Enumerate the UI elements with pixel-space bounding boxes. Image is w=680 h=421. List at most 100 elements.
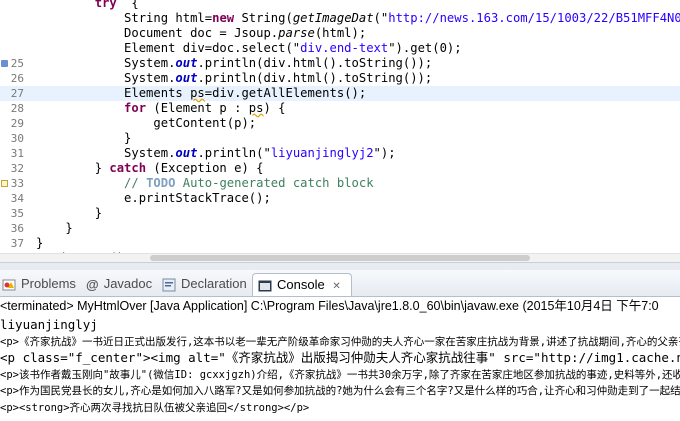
line-number: 29 bbox=[10, 117, 24, 130]
code-line[interactable]: 25 System.out.println(div.html().toStrin… bbox=[0, 56, 680, 71]
code-token: liyuanjinglyj2 bbox=[270, 146, 374, 160]
code-text: for (Element p : ps) { bbox=[36, 101, 286, 116]
tab-javadoc[interactable]: @ Javadoc bbox=[86, 273, 152, 295]
code-text: e.printStackTrace(); bbox=[36, 191, 271, 206]
code-token: (" bbox=[373, 11, 389, 25]
code-line[interactable]: 28 for (Element p : ps) { bbox=[0, 101, 680, 116]
line-number: 34 bbox=[10, 192, 24, 205]
code-token: out bbox=[175, 56, 198, 70]
code-line[interactable]: try { bbox=[0, 0, 680, 11]
editor-horizontal-scrollbar[interactable] bbox=[0, 253, 680, 262]
code-token: new bbox=[212, 11, 235, 25]
code-line[interactable]: 34 e.printStackTrace(); bbox=[0, 191, 680, 206]
code-text: // TODO Auto-generated catch block bbox=[36, 176, 374, 191]
console-status-line: <terminated> MyHtmlOver [Java Applicatio… bbox=[0, 299, 659, 313]
scrollbar-thumb[interactable] bbox=[150, 255, 530, 261]
console-icon bbox=[258, 280, 272, 292]
code-text: getContent(p); bbox=[36, 116, 256, 131]
close-icon[interactable]: ✕ bbox=[332, 281, 340, 292]
console-output-line: <p>该书作者戴玉刚向"故事儿"(微信ID: gcxxjgzh)介绍,《齐家抗战… bbox=[0, 368, 680, 381]
code-token: getImageDat bbox=[292, 11, 374, 25]
tab-problems[interactable]: Problems bbox=[2, 273, 76, 295]
code-token: out bbox=[175, 71, 198, 85]
code-line[interactable]: 32 } catch (Exception e) { bbox=[0, 161, 680, 176]
code-token: Elements bbox=[36, 86, 191, 100]
line-number: 30 bbox=[10, 132, 24, 145]
code-line[interactable]: 26 System.out.println(div.html().toStrin… bbox=[0, 71, 680, 86]
code-token: .println(div.html().toString()); bbox=[197, 56, 433, 70]
code-token: } bbox=[36, 161, 110, 175]
console-view: Problems @ Javadoc Declaration Console ✕ … bbox=[0, 270, 680, 421]
code-line[interactable]: 35 } bbox=[0, 206, 680, 221]
code-text: System.out.println(div.html().toString()… bbox=[36, 71, 432, 86]
code-token: ) { bbox=[263, 101, 286, 115]
code-token: ps bbox=[190, 86, 205, 100]
code-editor[interactable]: try { String html=new String(getImageDat… bbox=[0, 0, 680, 262]
tab-console[interactable]: Console ✕ bbox=[252, 273, 352, 296]
code-line[interactable]: 37} bbox=[0, 236, 680, 251]
tab-label: Javadoc bbox=[103, 276, 153, 291]
console-output-line: <p class="f_center"><img alt="《齐家抗战》出版揭习… bbox=[0, 350, 680, 365]
code-token: catch bbox=[109, 161, 147, 175]
code-text: } bbox=[36, 131, 131, 146]
override-marker-icon[interactable] bbox=[1, 60, 8, 67]
console-output-line: <p><strong>齐心两次寻找抗日队伍被父亲追回</strong></p> bbox=[0, 401, 310, 414]
code-line[interactable]: Element div=doc.select("div.end-text").g… bbox=[0, 41, 680, 56]
console-output-line: liyuanjinglyj bbox=[0, 317, 98, 332]
code-token: div.end-text bbox=[300, 41, 389, 55]
code-line[interactable]: 33 // TODO Auto-generated catch block bbox=[0, 176, 680, 191]
code-text: System.out.println("liyuanjinglyj2"); bbox=[36, 146, 396, 161]
code-line[interactable]: Document doc = Jsoup.parse(html); bbox=[0, 26, 680, 41]
task-marker-icon[interactable] bbox=[1, 180, 8, 187]
javadoc-icon: @ bbox=[86, 276, 99, 292]
code-token: (Element p : bbox=[146, 101, 249, 115]
code-token: out bbox=[175, 146, 198, 160]
line-number: 35 bbox=[10, 207, 24, 220]
code-line[interactable]: 27 Elements ps=div.getAllElements(); bbox=[0, 86, 680, 101]
declaration-icon bbox=[162, 278, 176, 292]
code-token: String html= bbox=[36, 11, 213, 25]
code-line[interactable]: 36 } bbox=[0, 221, 680, 236]
line-number: 36 bbox=[10, 222, 24, 235]
line-number: 32 bbox=[10, 162, 24, 175]
code-token: } bbox=[36, 236, 44, 250]
code-token: parse bbox=[278, 26, 315, 40]
tab-label: Declaration bbox=[181, 276, 247, 291]
line-number: 26 bbox=[10, 72, 24, 85]
code-text: Document doc = Jsoup.parse(html); bbox=[36, 26, 366, 41]
code-token: .println(div.html().toString()); bbox=[197, 71, 433, 85]
tab-label: Problems bbox=[21, 276, 76, 291]
code-text: } bbox=[36, 206, 102, 221]
code-token: .println(" bbox=[197, 146, 271, 160]
code-token: } bbox=[36, 131, 132, 145]
code-token: System. bbox=[36, 71, 176, 85]
code-token: Element div=doc.select(" bbox=[36, 41, 301, 55]
code-token: System. bbox=[36, 56, 176, 70]
code-line[interactable]: 30 } bbox=[0, 131, 680, 146]
code-token: for bbox=[36, 101, 147, 115]
code-token: } bbox=[36, 206, 103, 220]
code-token: // bbox=[36, 176, 147, 190]
code-token: "); bbox=[373, 146, 396, 160]
problems-icon bbox=[2, 279, 16, 291]
code-token: String( bbox=[234, 11, 293, 25]
code-token: ").get(0); bbox=[388, 41, 462, 55]
code-token: (Exception e) { bbox=[146, 161, 264, 175]
view-tab-bar: Problems @ Javadoc Declaration Console ✕ bbox=[0, 270, 680, 297]
code-line[interactable]: 31 System.out.println("liyuanjinglyj2"); bbox=[0, 146, 680, 161]
code-text: } catch (Exception e) { bbox=[36, 161, 264, 176]
code-token: Auto-generated catch block bbox=[175, 176, 374, 190]
code-token: (html); bbox=[314, 26, 367, 40]
code-token: try bbox=[36, 0, 117, 10]
code-token: System. bbox=[36, 146, 176, 160]
line-number: 31 bbox=[10, 147, 24, 160]
code-line[interactable]: String html=new String(getImageDat("http… bbox=[0, 11, 680, 26]
code-line[interactable]: 29 getContent(p); bbox=[0, 116, 680, 131]
code-text: Elements ps=div.getAllElements(); bbox=[36, 86, 366, 101]
code-token: TODO bbox=[146, 176, 176, 190]
code-text: } bbox=[36, 236, 43, 251]
code-text: } bbox=[36, 221, 72, 236]
line-number: 28 bbox=[10, 102, 24, 115]
tab-declaration[interactable]: Declaration bbox=[162, 273, 247, 295]
console-output-line: <p>作为国民党县长的女儿,齐心是如何加入八路军?又是如何参加抗战的?她为什么会… bbox=[0, 385, 680, 397]
